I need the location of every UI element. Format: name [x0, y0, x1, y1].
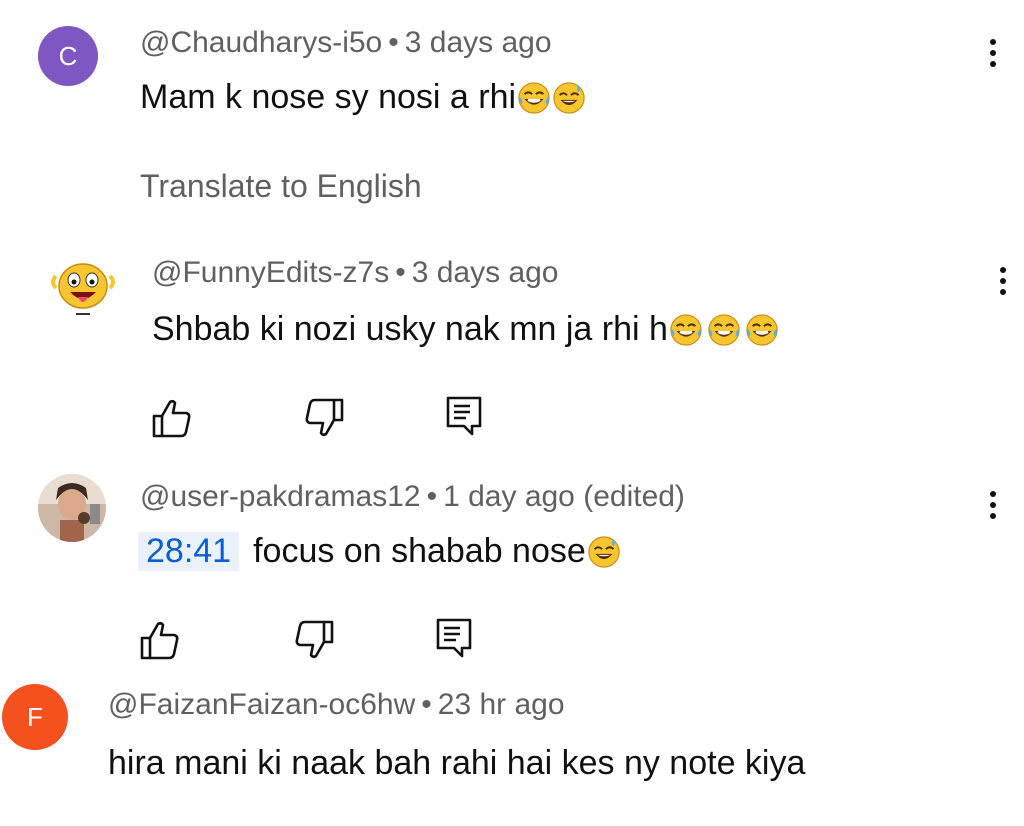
comment-item: F @FaizanFaizan-oc6hw • 23 hr ago hira man… [0, 670, 1024, 826]
meta-separator: • [426, 480, 438, 513]
laugh-cry-emoji-icon [669, 313, 703, 347]
laugh-cry-emoji-icon [745, 313, 779, 347]
thumbs-down-icon[interactable] [292, 618, 336, 662]
meta-separator: • [395, 256, 406, 289]
thumbs-down-icon[interactable] [302, 396, 346, 440]
comment-item: @user-pakdramas12 • 1 day ago (edited) 28:… [0, 460, 1024, 670]
comment-text-content: Mam k nose sy nosi a rhi [140, 78, 517, 116]
comment-item: @FunnyEdits-z7s • 3 days ago Shbab ki nozi… [0, 230, 1024, 460]
more-vert-icon[interactable] [996, 264, 1010, 304]
thumbs-up-icon[interactable] [138, 618, 182, 662]
author-handle[interactable]: @user-pakdramas12 [140, 480, 421, 513]
comment-text: Mam k nose sy nosi a rhi [140, 78, 586, 117]
comment-time[interactable]: 3 days ago [405, 26, 552, 59]
reply-comment-icon[interactable] [432, 616, 476, 660]
author-handle[interactable]: @Chaudharys-i5o [140, 26, 382, 59]
laughing-emoji-avatar-icon[interactable] [48, 252, 118, 322]
avatar-letter: F [27, 701, 43, 732]
laugh-cry-emoji-icon [707, 313, 741, 347]
author-handle[interactable]: @FaizanFaizan-oc6hw [108, 688, 415, 721]
reply-comment-icon[interactable] [442, 394, 486, 438]
sweat-smile-emoji-icon [552, 81, 586, 115]
comment-text: Shbab ki nozi usky nak mn ja rhi h [152, 310, 779, 349]
photo-avatar-icon[interactable] [38, 474, 106, 542]
meta-separator: • [388, 26, 399, 59]
more-vert-icon[interactable] [986, 36, 1000, 76]
video-timestamp-link[interactable]: 28:41 [138, 532, 240, 571]
comment-time[interactable]: 23 hr ago [438, 688, 565, 721]
avatar-letter: C [58, 40, 78, 71]
more-vert-icon[interactable] [986, 488, 1000, 528]
comment-text-content: hira mani ki naak bah rahi hai kes ny no… [108, 744, 806, 782]
comment-meta: @FunnyEdits-z7s • 3 days ago [152, 256, 559, 290]
sweat-smile-emoji-icon [587, 535, 621, 569]
translate-button[interactable]: Translate to English [140, 168, 422, 205]
comment-text-content: focus on shabab nose [253, 532, 586, 570]
comment-meta: @FaizanFaizan-oc6hw • 23 hr ago [108, 688, 565, 722]
comment-text: hira mani ki naak bah rahi hai kes ny no… [108, 744, 805, 783]
author-handle[interactable]: @FunnyEdits-z7s [152, 256, 389, 289]
thumbs-up-icon[interactable] [150, 396, 194, 440]
comment-time[interactable]: 1 day ago (edited) [443, 480, 685, 513]
comment-item: C @Chaudharys-i5o • 3 days ago Mam k nose … [0, 0, 1024, 230]
comment-meta: @user-pakdramas12 • 1 day ago (edited) [140, 480, 685, 514]
avatar[interactable]: F [2, 684, 68, 750]
avatar[interactable]: C [38, 26, 98, 86]
comment-time[interactable]: 3 days ago [412, 256, 559, 289]
comment-text-content: Shbab ki nozi usky nak mn ja rhi h [152, 310, 668, 348]
meta-separator: • [421, 688, 432, 721]
laugh-cry-emoji-icon [517, 81, 551, 115]
comment-text: 28:41 focus on shabab nose [138, 532, 621, 571]
comment-meta: @Chaudharys-i5o • 3 days ago [140, 26, 552, 60]
